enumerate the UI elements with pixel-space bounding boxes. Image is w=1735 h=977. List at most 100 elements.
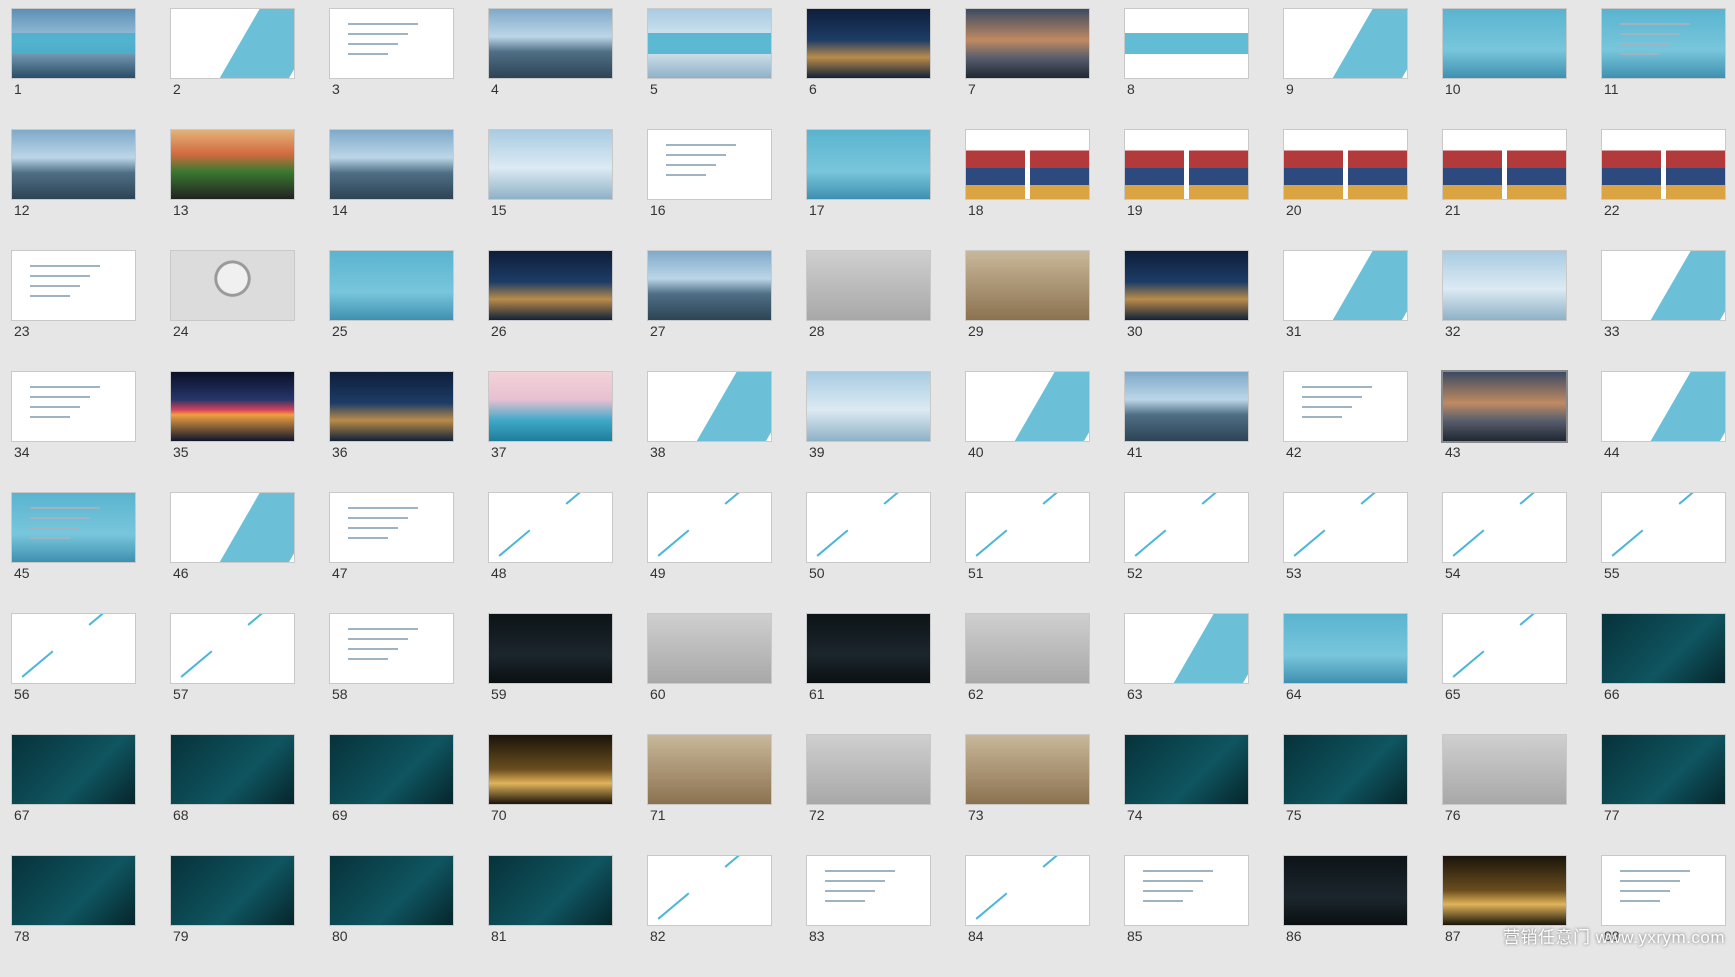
slide-thumbnail[interactable] xyxy=(966,9,1089,78)
slide-thumbnail-item[interactable]: 48 xyxy=(489,493,612,614)
slide-thumbnail[interactable] xyxy=(1443,251,1566,320)
slide-thumbnail-item[interactable]: 62 xyxy=(966,614,1089,735)
slide-thumbnail-item[interactable]: 52 xyxy=(1125,493,1248,614)
slide-thumbnail-item[interactable]: 18 xyxy=(966,130,1089,251)
slide-thumbnail-item[interactable]: 78 xyxy=(12,856,135,977)
slide-thumbnail[interactable] xyxy=(966,614,1089,683)
slide-thumbnail-item[interactable]: 66 xyxy=(1602,614,1725,735)
slide-thumbnail-item[interactable]: 27 xyxy=(648,251,771,372)
slide-thumbnail[interactable] xyxy=(1443,9,1566,78)
slide-thumbnail[interactable] xyxy=(171,9,294,78)
slide-thumbnail[interactable] xyxy=(1284,614,1407,683)
slide-thumbnail[interactable] xyxy=(966,856,1089,925)
slide-thumbnail[interactable] xyxy=(807,251,930,320)
slide-thumbnail-item[interactable]: 55 xyxy=(1602,493,1725,614)
slide-thumbnail[interactable] xyxy=(966,372,1089,441)
slide-thumbnail[interactable] xyxy=(807,493,930,562)
slide-thumbnail[interactable] xyxy=(1284,251,1407,320)
slide-thumbnail[interactable] xyxy=(1125,9,1248,78)
slide-thumbnail[interactable] xyxy=(648,493,771,562)
slide-thumbnail-item[interactable]: 71 xyxy=(648,735,771,856)
slide-thumbnail-item[interactable]: 33 xyxy=(1602,251,1725,372)
slide-thumbnail-item[interactable]: 45 xyxy=(12,493,135,614)
slide-thumbnail[interactable] xyxy=(330,9,453,78)
slide-thumbnail-item[interactable]: 12 xyxy=(12,130,135,251)
slide-thumbnail-item[interactable]: 14 xyxy=(330,130,453,251)
slide-thumbnail-item[interactable]: 59 xyxy=(489,614,612,735)
slide-thumbnail[interactable] xyxy=(1125,130,1248,199)
slide-thumbnail-item[interactable]: 68 xyxy=(171,735,294,856)
slide-thumbnail[interactable] xyxy=(171,372,294,441)
slide-thumbnail[interactable] xyxy=(966,735,1089,804)
slide-thumbnail[interactable] xyxy=(1602,493,1725,562)
slide-thumbnail-item[interactable]: 75 xyxy=(1284,735,1407,856)
slide-thumbnail[interactable] xyxy=(1125,856,1248,925)
slide-thumbnail-item[interactable]: 69 xyxy=(330,735,453,856)
slide-thumbnail[interactable] xyxy=(1602,735,1725,804)
slide-thumbnail[interactable] xyxy=(12,251,135,320)
slide-thumbnail[interactable] xyxy=(1125,251,1248,320)
slide-thumbnail-item[interactable]: 61 xyxy=(807,614,930,735)
slide-thumbnail[interactable] xyxy=(489,9,612,78)
slide-thumbnail[interactable] xyxy=(171,614,294,683)
slide-thumbnail-item[interactable]: 51 xyxy=(966,493,1089,614)
slide-thumbnail[interactable] xyxy=(1602,130,1725,199)
slide-thumbnail-item[interactable]: 65 xyxy=(1443,614,1566,735)
slide-thumbnail[interactable] xyxy=(330,251,453,320)
slide-thumbnail-item[interactable]: 86 xyxy=(1284,856,1407,977)
slide-thumbnail[interactable] xyxy=(330,856,453,925)
slide-thumbnail-item[interactable]: 38 xyxy=(648,372,771,493)
slide-thumbnail-item[interactable]: 50 xyxy=(807,493,930,614)
slide-thumbnail[interactable] xyxy=(1125,372,1248,441)
slide-thumbnail-item[interactable]: 56 xyxy=(12,614,135,735)
slide-thumbnail[interactable] xyxy=(1443,856,1566,925)
slide-thumbnail-item[interactable]: 6 xyxy=(807,9,930,130)
slide-thumbnail-item[interactable]: 16 xyxy=(648,130,771,251)
slide-thumbnail[interactable] xyxy=(489,372,612,441)
slide-thumbnail-item[interactable]: 35 xyxy=(171,372,294,493)
slide-thumbnail-item[interactable]: 42 xyxy=(1284,372,1407,493)
slide-thumbnail[interactable] xyxy=(171,735,294,804)
slide-thumbnail[interactable] xyxy=(171,856,294,925)
slide-thumbnail[interactable] xyxy=(1284,130,1407,199)
slide-thumbnail-item[interactable]: 53 xyxy=(1284,493,1407,614)
slide-thumbnail-item[interactable]: 17 xyxy=(807,130,930,251)
slide-thumbnail-item[interactable]: 43 xyxy=(1443,372,1566,493)
slide-thumbnail-item[interactable]: 4 xyxy=(489,9,612,130)
slide-thumbnail-item[interactable]: 36 xyxy=(330,372,453,493)
slide-thumbnail[interactable] xyxy=(648,372,771,441)
slide-thumbnail-item[interactable]: 10 xyxy=(1443,9,1566,130)
slide-thumbnail-item[interactable]: 88 xyxy=(1602,856,1725,977)
slide-thumbnail-item[interactable]: 72 xyxy=(807,735,930,856)
slide-thumbnail[interactable] xyxy=(330,614,453,683)
slide-thumbnail[interactable] xyxy=(12,130,135,199)
slide-thumbnail[interactable] xyxy=(1284,735,1407,804)
slide-thumbnail[interactable] xyxy=(12,372,135,441)
slide-thumbnail[interactable] xyxy=(648,614,771,683)
slide-thumbnail[interactable] xyxy=(12,735,135,804)
slide-thumbnail-item[interactable]: 67 xyxy=(12,735,135,856)
slide-thumbnail[interactable] xyxy=(171,251,294,320)
slide-thumbnail-item[interactable]: 32 xyxy=(1443,251,1566,372)
slide-thumbnail[interactable] xyxy=(648,735,771,804)
slide-thumbnail[interactable] xyxy=(12,614,135,683)
slide-thumbnail[interactable] xyxy=(489,130,612,199)
slide-thumbnail-item[interactable]: 40 xyxy=(966,372,1089,493)
slide-thumbnail-item[interactable]: 11 xyxy=(1602,9,1725,130)
slide-thumbnail[interactable] xyxy=(807,9,930,78)
slide-thumbnail-item[interactable]: 23 xyxy=(12,251,135,372)
slide-thumbnail[interactable] xyxy=(12,493,135,562)
slide-thumbnail-item[interactable]: 25 xyxy=(330,251,453,372)
slide-thumbnail-item[interactable]: 77 xyxy=(1602,735,1725,856)
slide-thumbnail-item[interactable]: 64 xyxy=(1284,614,1407,735)
slide-thumbnail[interactable] xyxy=(1125,735,1248,804)
slide-thumbnail[interactable] xyxy=(807,130,930,199)
slide-thumbnail-item[interactable]: 49 xyxy=(648,493,771,614)
slide-thumbnail-item[interactable]: 80 xyxy=(330,856,453,977)
slide-thumbnail[interactable] xyxy=(1284,372,1407,441)
slide-thumbnail[interactable] xyxy=(1284,856,1407,925)
slide-thumbnail-item[interactable]: 21 xyxy=(1443,130,1566,251)
slide-thumbnail[interactable] xyxy=(807,856,930,925)
slide-thumbnail[interactable] xyxy=(648,856,771,925)
slide-thumbnail[interactable] xyxy=(1443,372,1566,441)
